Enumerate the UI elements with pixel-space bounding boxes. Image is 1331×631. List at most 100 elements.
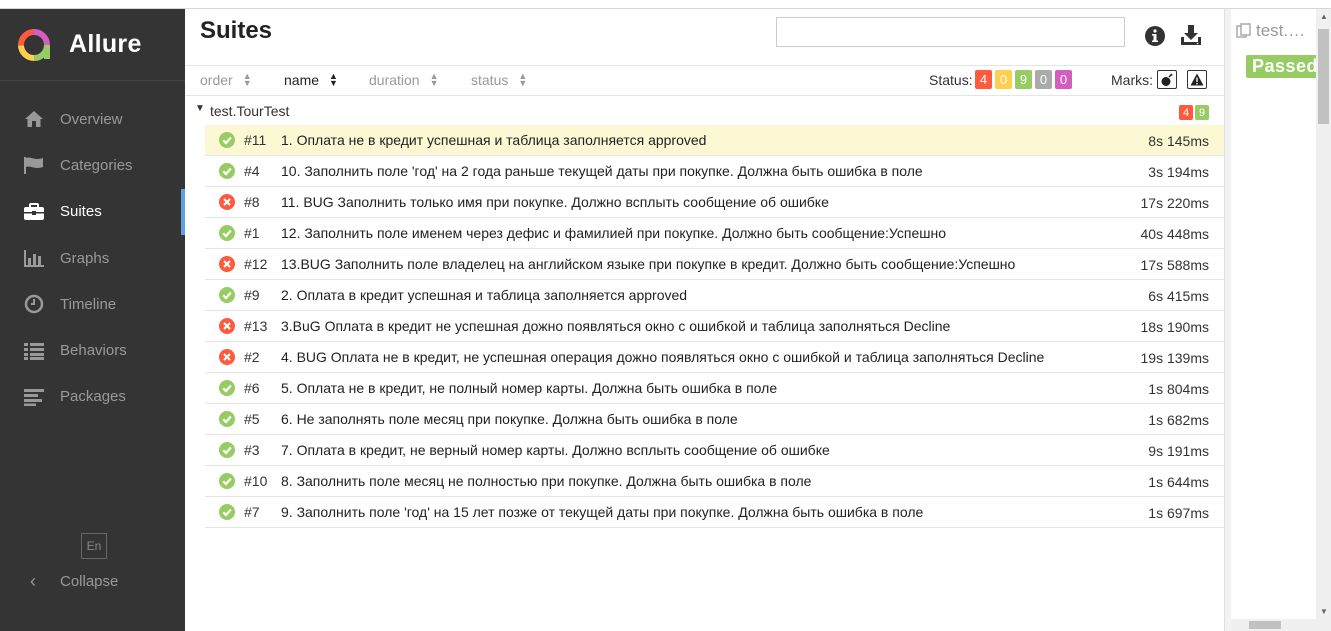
test-case-row[interactable]: #3 7. Оплата в кредит, не верный номер ка… bbox=[205, 435, 1224, 466]
scroll-up-arrow-icon[interactable]: ▲ bbox=[1320, 12, 1328, 21]
horizontal-scrollbar[interactable] bbox=[1231, 619, 1316, 631]
test-case-row[interactable]: #4 10. Заполнить поле 'год' на 2 года ран… bbox=[205, 156, 1224, 187]
warning-icon bbox=[1190, 73, 1204, 86]
details-title: test.… bbox=[1236, 21, 1305, 41]
sort-arrows-icon: ▲ ▼ bbox=[329, 71, 338, 88]
sidebar-item-suites[interactable]: Suites bbox=[0, 188, 185, 235]
known-issue-mark-toggle[interactable] bbox=[1187, 70, 1207, 89]
search-input[interactable] bbox=[776, 17, 1125, 47]
passed-check-icon bbox=[219, 287, 235, 303]
pane-header: Suites bbox=[185, 9, 1224, 66]
sidebar-item-timeline[interactable]: Timeline bbox=[0, 281, 185, 327]
sidebar-nav: Overview Categories Suites Graphs Timeli… bbox=[0, 96, 185, 420]
sidebar-item-overview[interactable]: Overview bbox=[0, 96, 185, 142]
suite-group-counts: 4 9 bbox=[1179, 105, 1209, 120]
test-case-duration: 1s 682ms bbox=[1148, 412, 1209, 428]
test-case-title: 1. Оплата не в кредит успешная и таблица… bbox=[281, 132, 707, 148]
passed-check-icon bbox=[219, 473, 235, 489]
marks-filter-label: Marks: bbox=[1111, 72, 1153, 88]
test-case-row[interactable]: #9 2. Оплата в кредит успешная и таблица … bbox=[205, 280, 1224, 311]
test-case-title: 4. BUG Оплата не в кредит, не успешная о… bbox=[281, 349, 1045, 365]
sort-order-button[interactable]: order ▲ ▼ bbox=[200, 72, 252, 89]
sort-label: status bbox=[471, 72, 509, 88]
passed-check-icon bbox=[219, 442, 235, 458]
sort-label: order bbox=[200, 72, 233, 88]
test-case-row[interactable]: #2 4. BUG Оплата не в кредит, не успешная… bbox=[205, 342, 1224, 373]
test-case-number: #9 bbox=[244, 287, 260, 303]
collapse-button[interactable]: ‹ Collapse bbox=[23, 571, 118, 592]
test-case-duration: 1s 644ms bbox=[1148, 474, 1209, 490]
test-case-duration: 8s 145ms bbox=[1148, 133, 1209, 149]
status-filter-badges: 40900 bbox=[975, 70, 1072, 89]
status-count-badge[interactable]: 9 bbox=[1015, 70, 1032, 89]
info-icon[interactable] bbox=[1144, 25, 1166, 47]
pane-splitter[interactable] bbox=[1224, 9, 1231, 631]
test-case-title: 11. BUG Заполнить только имя при покупке… bbox=[281, 194, 829, 210]
sort-duration-button[interactable]: duration ▲ ▼ bbox=[369, 71, 439, 89]
test-case-row[interactable]: #8 11. BUG Заполнить только имя при покуп… bbox=[205, 187, 1224, 218]
test-case-row[interactable]: #7 9. Заполнить поле 'год' на 15 лет позж… bbox=[205, 497, 1224, 528]
sidebar-item-label: Behaviors bbox=[60, 342, 127, 360]
align-left-icon bbox=[23, 387, 45, 407]
sort-arrows-icon: ▲ ▼ bbox=[429, 71, 439, 88]
failed-cross-icon bbox=[219, 256, 235, 272]
sidebar-item-behaviors[interactable]: Behaviors bbox=[0, 327, 185, 373]
test-case-number: #7 bbox=[244, 504, 260, 520]
test-case-row[interactable]: #6 5. Оплата не в кредит, не полный номер… bbox=[205, 373, 1224, 404]
sidebar-item-label: Packages bbox=[60, 388, 126, 406]
test-case-row[interactable]: #1 12. Заполнить поле именем через дефис … bbox=[205, 218, 1224, 249]
page-title: Suites bbox=[200, 17, 273, 44]
language-button[interactable]: En bbox=[81, 533, 107, 559]
test-case-title: 12. Заполнить поле именем через дефис и … bbox=[281, 225, 947, 241]
sidebar-item-label: Timeline bbox=[60, 295, 117, 313]
passed-check-icon bbox=[219, 132, 235, 148]
sort-label: name bbox=[284, 72, 320, 88]
test-case-duration: 40s 448ms bbox=[1140, 226, 1209, 242]
test-case-title: 10. Заполнить поле 'год' на 2 года раньш… bbox=[281, 163, 923, 179]
collapse-label: Collapse bbox=[60, 573, 119, 590]
sidebar-item-label: Overview bbox=[60, 110, 123, 128]
test-case-number: #4 bbox=[244, 163, 260, 179]
sort-status-button[interactable]: status ▲ ▼ bbox=[471, 72, 527, 89]
status-count-badge[interactable]: 0 bbox=[1055, 70, 1072, 89]
sidebar-item-label: Graphs bbox=[60, 249, 110, 267]
test-case-row[interactable]: #13 3.BuG Оплата в кредит не успешная дож… bbox=[205, 311, 1224, 342]
test-case-duration: 6s 415ms bbox=[1148, 288, 1209, 304]
chevron-left-icon: ‹ bbox=[30, 571, 36, 591]
test-case-duration: 1s 697ms bbox=[1148, 505, 1209, 521]
scroll-down-arrow-icon[interactable]: ▼ bbox=[1320, 607, 1328, 616]
scrollbar-thumb[interactable] bbox=[1249, 621, 1281, 629]
test-case-row[interactable]: #10 8. Заполнить поле месяц не полностью … bbox=[205, 466, 1224, 497]
passed-check-icon bbox=[219, 163, 235, 179]
test-case-duration: 19s 139ms bbox=[1140, 350, 1209, 366]
status-filter-label: Status: bbox=[929, 72, 973, 88]
scrollbar-thumb[interactable] bbox=[1318, 29, 1329, 124]
test-case-row[interactable]: #12 13.BUG Заполнить поле владелец на анг… bbox=[205, 249, 1224, 280]
sidebar-item-graphs[interactable]: Graphs bbox=[0, 235, 185, 281]
test-case-title: 3.BuG Оплата в кредит не успешная дожно … bbox=[281, 318, 951, 334]
suite-group-header[interactable]: ▼ test.TourTest 4 9 bbox=[185, 96, 1224, 126]
test-case-number: #13 bbox=[244, 318, 268, 334]
status-count-badge[interactable]: 4 bbox=[975, 70, 992, 89]
test-case-number: #11 bbox=[244, 132, 267, 148]
sidebar-item-categories[interactable]: Categories bbox=[0, 142, 185, 188]
status-badge: Passed bbox=[1246, 55, 1316, 78]
vertical-scrollbar[interactable]: ▲ ▼ bbox=[1316, 9, 1331, 631]
test-case-duration: 3s 194ms bbox=[1148, 164, 1209, 180]
test-case-row[interactable]: #11 1. Оплата не в кредит успешная и табл… bbox=[205, 125, 1224, 156]
sort-label: duration bbox=[369, 72, 420, 88]
details-pane: test.… Passed bbox=[1231, 9, 1316, 631]
sort-name-button[interactable]: name ▲ ▼ bbox=[284, 71, 338, 89]
test-case-duration: 1s 804ms bbox=[1148, 381, 1209, 397]
test-case-title: 2. Оплата в кредит успешная и таблица за… bbox=[281, 287, 688, 303]
sidebar-item-packages[interactable]: Packages bbox=[0, 374, 185, 420]
brand[interactable]: Allure bbox=[0, 9, 185, 81]
copy-icon[interactable] bbox=[1236, 23, 1252, 39]
test-case-row[interactable]: #5 6. Не заполнять поле месяц при покупке… bbox=[205, 404, 1224, 435]
briefcase-icon bbox=[23, 202, 45, 222]
status-count-badge[interactable]: 0 bbox=[1035, 70, 1052, 89]
download-icon[interactable] bbox=[1179, 23, 1203, 47]
test-case-title: 9. Заполнить поле 'год' на 15 лет позже … bbox=[281, 504, 924, 520]
status-count-badge[interactable]: 0 bbox=[995, 70, 1012, 89]
flaky-mark-toggle[interactable] bbox=[1157, 70, 1177, 89]
